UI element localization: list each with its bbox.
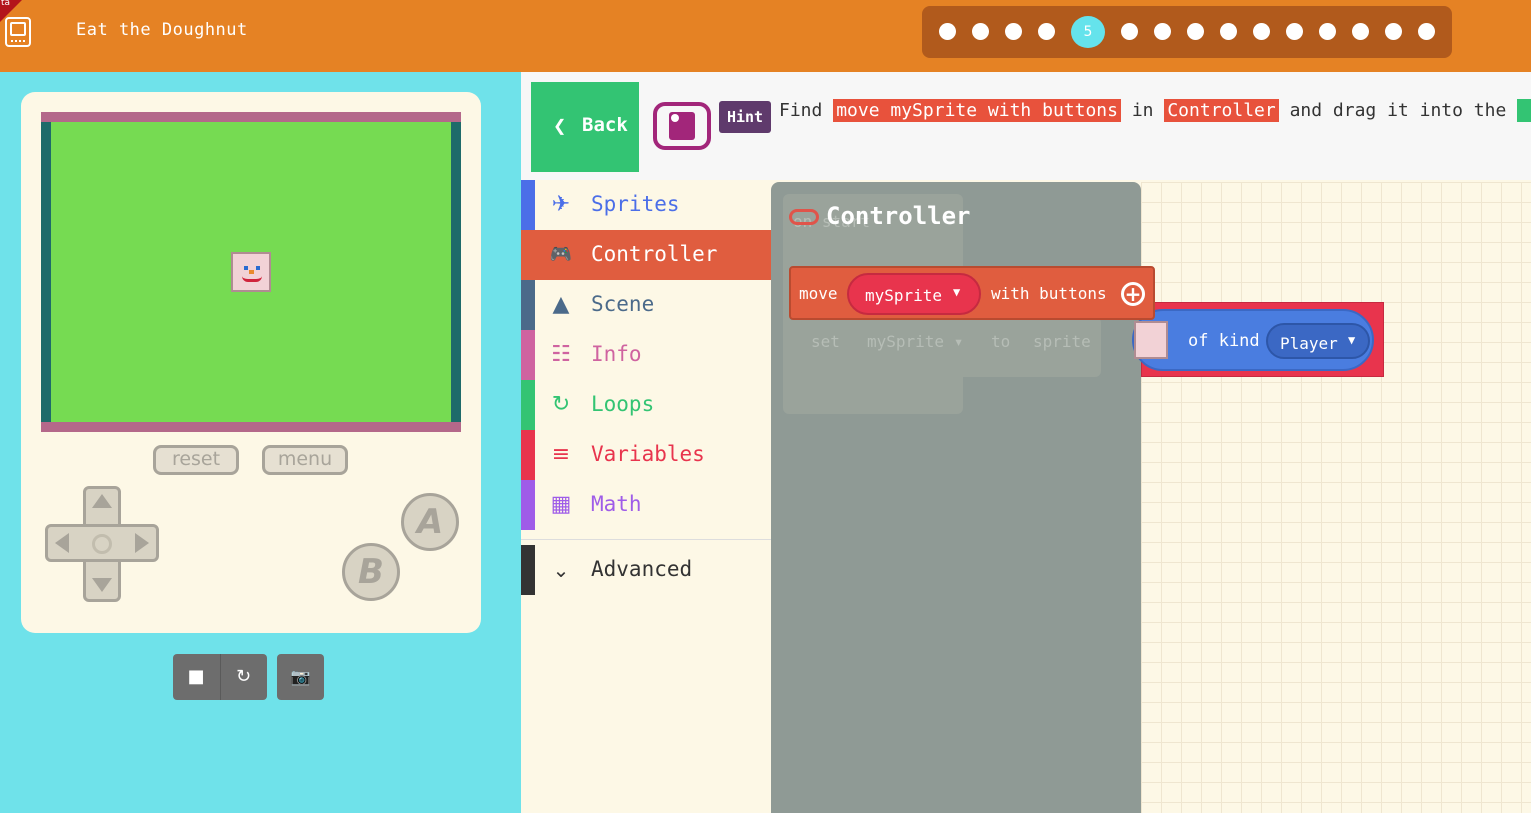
gamepad-icon: 🎮 xyxy=(549,244,573,265)
dpad-center xyxy=(92,534,112,554)
step-dot[interactable] xyxy=(1418,23,1435,40)
chevron-down-icon: ⌄ xyxy=(552,558,570,582)
simulator-panel: reset menu A B ■ ↻ 📷 xyxy=(0,72,521,813)
dpad-right-icon[interactable] xyxy=(135,533,149,553)
toolbox-category-math[interactable]: ▦ Math xyxy=(521,480,771,530)
step-dot[interactable] xyxy=(1220,23,1237,40)
step-dot[interactable] xyxy=(1005,23,1022,40)
step-dot[interactable] xyxy=(939,23,956,40)
step-dot-active[interactable]: 5 xyxy=(1071,16,1105,48)
tutorial-instruction: Find move mySprite with buttons in Contr… xyxy=(779,98,1531,124)
beta-ribbon-text: ta xyxy=(1,0,11,8)
expand-plus-icon[interactable]: + xyxy=(1121,282,1145,306)
toolbox-category-variables[interactable]: ≡ Variables xyxy=(521,430,771,480)
toolbox-divider xyxy=(521,539,771,540)
instr-category-highlight: Controller xyxy=(1164,99,1279,122)
step-dot[interactable] xyxy=(1187,23,1204,40)
camera-icon[interactable]: 📷 xyxy=(277,654,324,700)
game-console: reset menu A B xyxy=(21,92,481,633)
chevron-left-icon: ❮ xyxy=(553,114,567,139)
sim-toolbar: ■ ↻ xyxy=(173,654,267,700)
tree-icon: ▲ xyxy=(552,292,570,317)
step-dot[interactable] xyxy=(1385,23,1402,40)
tutorial-progress: 5 xyxy=(922,6,1452,58)
header-bar: ta Eat the Doughnut 5 xyxy=(0,0,1531,72)
dpad-down-icon[interactable] xyxy=(92,578,112,592)
step-dot[interactable] xyxy=(1121,23,1138,40)
dpad-left-icon[interactable] xyxy=(55,533,69,553)
toolbox-category-info[interactable]: ☷ Info xyxy=(521,330,771,380)
step-dot[interactable] xyxy=(972,23,989,40)
list-icon: ≡ xyxy=(551,442,571,467)
tutorial-hint-bar: ❮ Back Hint Find move mySprite with butt… xyxy=(521,72,1531,180)
instr-block-highlight: move mySprite with buttons xyxy=(833,99,1121,122)
dpad-up-icon[interactable] xyxy=(92,494,112,508)
game-screen[interactable] xyxy=(51,122,451,422)
sprite-thumbnail[interactable] xyxy=(1134,321,1168,359)
caret-down-icon: ▼ xyxy=(1348,333,1356,347)
caret-down-icon: ▼ xyxy=(953,285,961,299)
step-dot[interactable] xyxy=(1253,23,1270,40)
step-dot[interactable] xyxy=(1352,23,1369,40)
sprite-of-kind-pill[interactable]: of kind Player ▼ xyxy=(1132,309,1374,371)
screenshot-toolbar: 📷 xyxy=(277,654,324,700)
tutorial-title: Eat the Doughnut xyxy=(76,20,248,40)
id-card-icon: ☷ xyxy=(551,342,571,367)
instr-truncated-highlight xyxy=(1517,99,1531,122)
toolbox-category-scene[interactable]: ▲ Scene xyxy=(521,280,771,330)
hint-button[interactable]: Hint xyxy=(719,101,771,133)
flyout-title: Controller xyxy=(826,202,971,230)
step-dot[interactable] xyxy=(1286,23,1303,40)
toolbox-category-controller[interactable]: 🎮 Controller xyxy=(521,230,771,280)
move-sprite-with-buttons-block[interactable]: move mySprite ▼ with buttons + xyxy=(789,266,1155,320)
calculator-icon: ▦ xyxy=(550,492,572,517)
gamepad-outline-icon xyxy=(789,209,819,225)
reset-button[interactable]: reset xyxy=(153,445,239,475)
b-button[interactable]: B xyxy=(342,543,400,601)
arcade-logo-icon[interactable] xyxy=(5,17,31,47)
toolbox-category-advanced[interactable]: ⌄ Advanced xyxy=(521,545,771,595)
dpad[interactable] xyxy=(45,486,159,602)
editor-panel: ❮ Back Hint Find move mySprite with butt… xyxy=(521,72,1531,813)
game-screen-frame xyxy=(41,112,461,432)
menu-button[interactable]: menu xyxy=(262,445,348,475)
step-dot[interactable] xyxy=(1319,23,1336,40)
toolbox-category-loops[interactable]: ↻ Loops xyxy=(521,380,771,430)
step-dot[interactable] xyxy=(1038,23,1055,40)
paper-plane-icon: ✈ xyxy=(551,192,571,217)
sprite-variable-dropdown[interactable]: mySprite ▼ xyxy=(847,273,981,315)
sprite-create-block[interactable]: of kind Player ▼ xyxy=(1132,302,1384,377)
back-button[interactable]: ❮ Back xyxy=(531,82,639,172)
toolbox-category-sprites[interactable]: ✈ Sprites xyxy=(521,180,771,230)
stop-icon[interactable]: ■ xyxy=(173,654,219,700)
kind-dropdown[interactable]: Player ▼ xyxy=(1266,323,1370,359)
restart-icon[interactable]: ↻ xyxy=(220,654,266,700)
toolbox: ✈ Sprites 🎮 Controller ▲ Scene ☷ Info ↻ … xyxy=(521,180,771,813)
player-sprite xyxy=(231,252,271,292)
blocks-workspace[interactable] xyxy=(1141,182,1531,813)
puzzle-hint-icon[interactable] xyxy=(653,102,711,150)
step-dot[interactable] xyxy=(1154,23,1171,40)
loop-icon: ↻ xyxy=(551,392,571,417)
a-button[interactable]: A xyxy=(401,493,459,551)
